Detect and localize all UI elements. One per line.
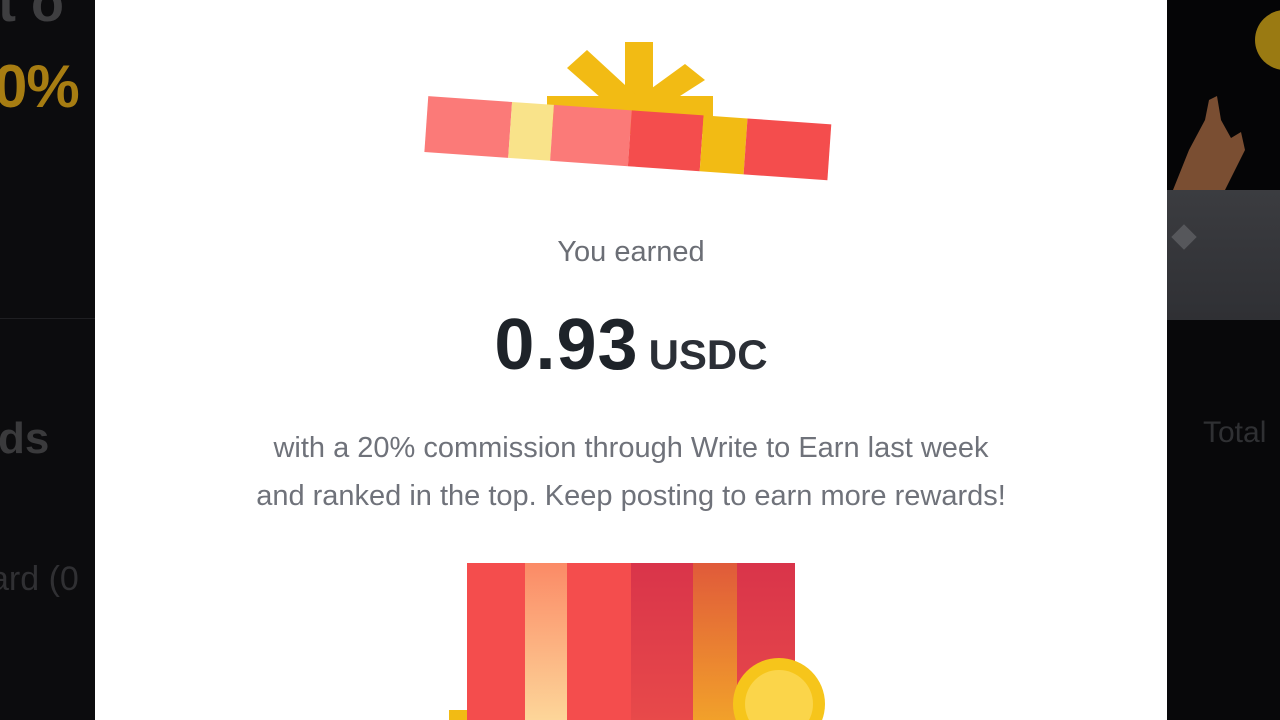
hand-icon [1173, 10, 1280, 190]
background-section-title: ds [0, 414, 50, 463]
background-page-left: t o 0% ds ard (0 [0, 0, 95, 720]
background-page-right: Total [1167, 0, 1280, 720]
background-banner [1167, 0, 1280, 190]
background-label: ard (0 [0, 560, 79, 598]
background-total-label: Total [1203, 416, 1267, 449]
background-percent: 0% [0, 53, 80, 120]
reward-modal: You earned 0.93 USDC with a 20% commissio… [95, 0, 1167, 720]
background-heading: t o [0, 0, 64, 33]
background-divider [0, 318, 95, 319]
background-banner-bar [1167, 190, 1280, 320]
gift-box-icon [449, 563, 825, 720]
